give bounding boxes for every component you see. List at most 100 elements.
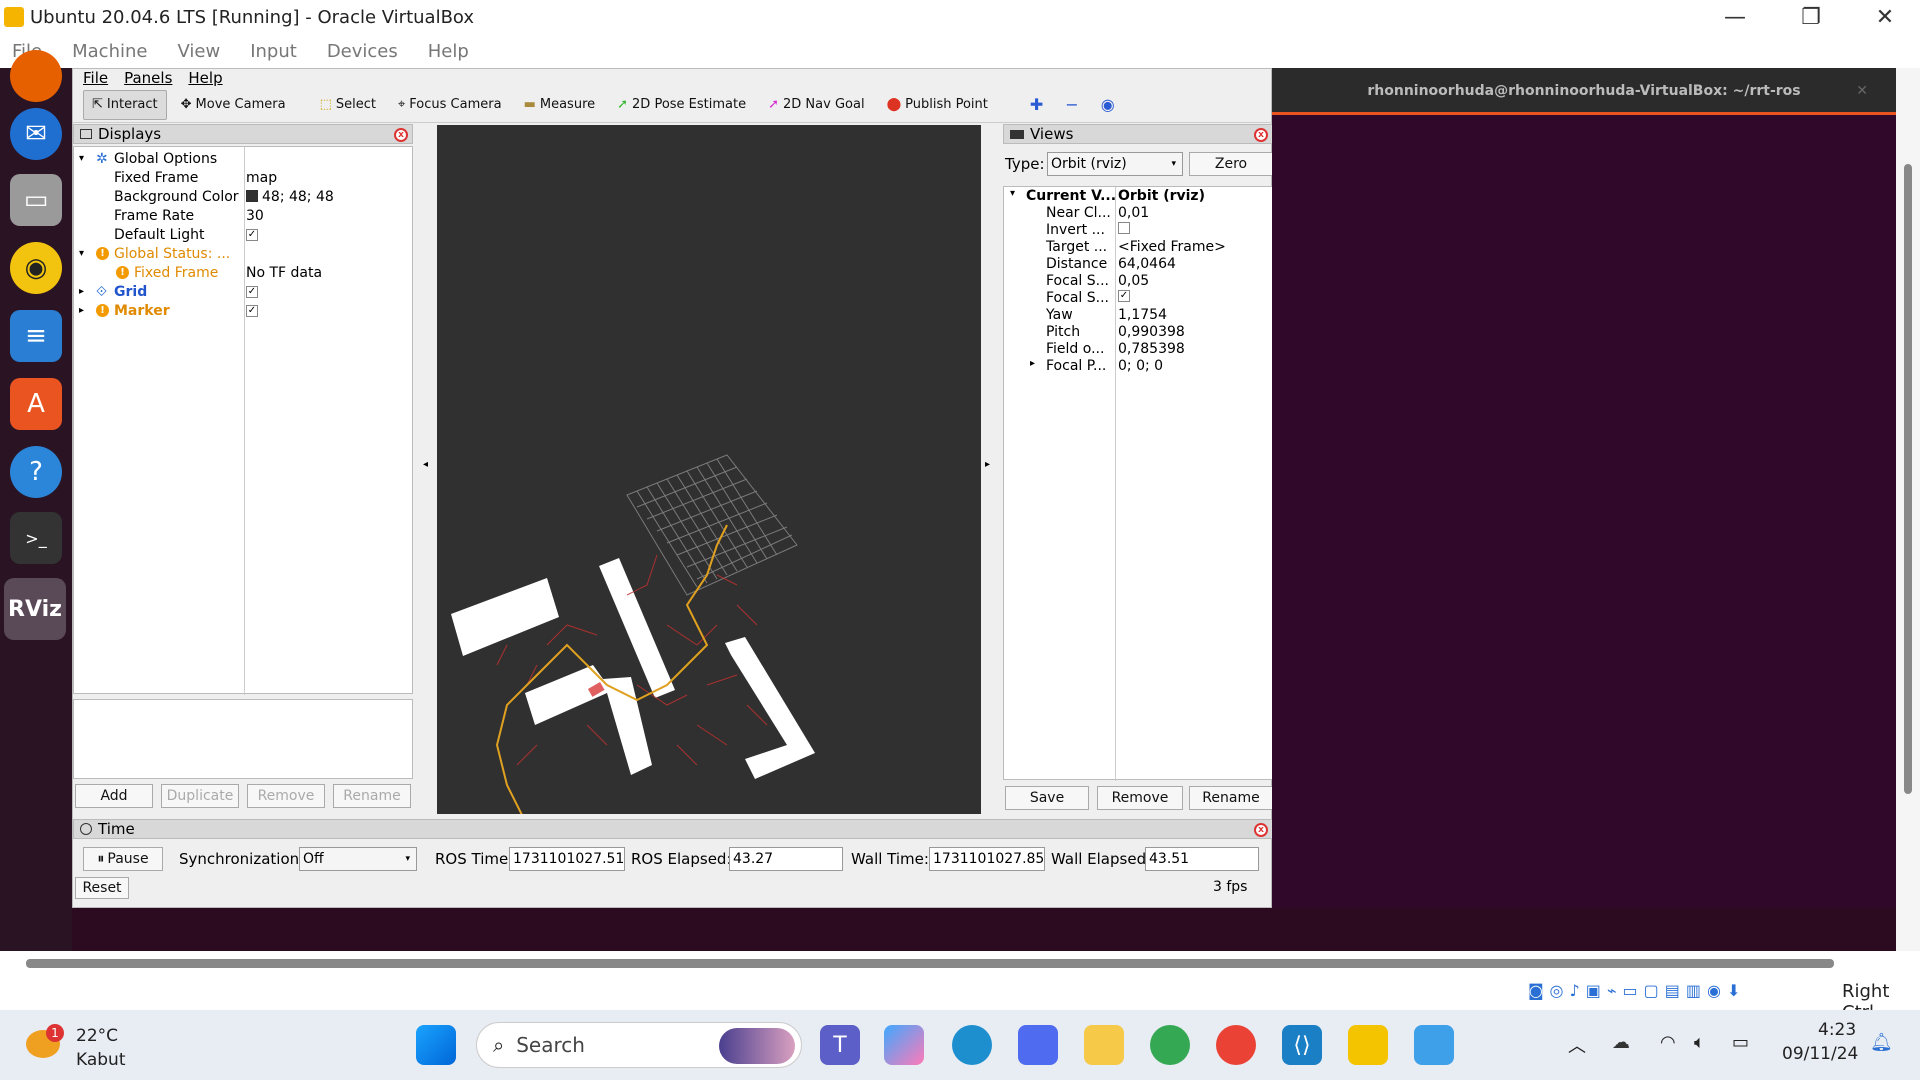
add-button[interactable]: Add [75, 784, 153, 808]
tree-row-fixed-frame[interactable]: Fixed Frame map [74, 168, 412, 187]
prop-value[interactable]: 1,1754 [1118, 307, 1167, 323]
recording-icon[interactable]: ▤ [1665, 981, 1680, 1000]
views-current-row[interactable]: ▾ Current V... Orbit (rviz) [1004, 188, 1272, 205]
view-prop-row[interactable]: Pitch 0,990398 [1004, 324, 1272, 341]
tree-row-default-light[interactable]: Default Light ✓ [74, 225, 412, 244]
close-button[interactable]: ✕ [1850, 0, 1920, 34]
vm-scrollbar[interactable] [1896, 68, 1920, 951]
files-icon[interactable]: ▭ [10, 174, 62, 226]
battery-icon[interactable]: ▭ [1732, 1032, 1749, 1053]
remove-view-button[interactable]: Remove [1097, 786, 1183, 810]
rename-display-button[interactable]: Rename [333, 784, 411, 808]
network-icon[interactable]: ▣ [1586, 981, 1601, 1000]
teams-icon[interactable]: T [820, 1025, 860, 1065]
chrome-profile-icon[interactable] [1216, 1025, 1256, 1065]
close-views-button[interactable]: x [1254, 128, 1268, 142]
right-splitter-arrow-icon[interactable]: ▸ [985, 459, 990, 470]
mouse-integration-icon[interactable]: ◉ [1707, 981, 1721, 1000]
app-icon[interactable] [1018, 1025, 1058, 1065]
rename-view-button[interactable]: Rename [1189, 786, 1273, 810]
wifi-icon[interactable]: ◠ [1660, 1032, 1676, 1053]
clock-date[interactable]: 09/11/24 [1782, 1044, 1858, 1064]
expand-arrow-icon[interactable]: ▾ [79, 248, 84, 259]
ros-time-field[interactable]: 1731101027.51 [509, 847, 625, 871]
windows-start-icon[interactable] [416, 1025, 456, 1065]
prop-value[interactable]: 0,01 [1118, 205, 1149, 221]
checkbox[interactable]: ✓ [1118, 290, 1130, 302]
view-prop-row[interactable]: Invert ... [1004, 222, 1272, 239]
rviz-menu-help[interactable]: Help [188, 69, 222, 87]
view-prop-row[interactable]: Focal S... 0,05 [1004, 273, 1272, 290]
libreoffice-writer-icon[interactable]: ≡ [10, 310, 62, 362]
publish-point-tool[interactable]: ⬤ Publish Point [879, 90, 996, 120]
3d-viewport[interactable] [437, 125, 981, 814]
menu-input[interactable]: Input [250, 41, 297, 62]
view-prop-row[interactable]: ▸ Focal P... 0; 0; 0 [1004, 358, 1272, 375]
collapse-arrow-icon[interactable]: ▸ [79, 286, 84, 297]
view-prop-row[interactable]: Field o... 0,785398 [1004, 341, 1272, 358]
edge-icon[interactable] [952, 1025, 992, 1065]
notification-bell-icon[interactable]: 🔔︎ [1870, 1032, 1893, 1053]
move-camera-tool[interactable]: ✥ Move Camera [173, 90, 294, 120]
rviz-icon[interactable]: RViz [4, 578, 66, 640]
view-type-select[interactable]: Orbit (rviz) ▾ [1047, 152, 1183, 176]
software-center-icon[interactable]: A [10, 378, 62, 430]
collapse-arrow-icon[interactable]: ▸ [79, 305, 84, 316]
cpu-icon[interactable]: ▥ [1686, 981, 1701, 1000]
prop-value[interactable]: 64,0464 [1118, 256, 1176, 272]
reset-button[interactable]: Reset [75, 877, 129, 899]
prop-value[interactable]: 0,785398 [1118, 341, 1185, 357]
vscode-icon[interactable]: ⟨⟩ [1282, 1025, 1322, 1065]
minimize-button[interactable]: — [1700, 0, 1770, 34]
checkbox[interactable] [1118, 222, 1130, 234]
firefox-icon[interactable] [10, 50, 62, 102]
thunderbird-icon[interactable]: ✉ [10, 108, 62, 160]
clock-time[interactable]: 4:23 [1818, 1020, 1856, 1040]
volume-icon[interactable]: 🔈︎ [1694, 1032, 1705, 1053]
tree-row-grid[interactable]: ▸ ⟐ Grid ✓ [74, 282, 412, 301]
chrome-icon[interactable] [1150, 1025, 1190, 1065]
horizontal-scrollbar[interactable] [26, 959, 1834, 968]
file-explorer-icon[interactable] [1084, 1025, 1124, 1065]
row-value[interactable]: 30 [246, 208, 264, 224]
nav-goal-tool[interactable]: ➚ 2D Nav Goal [760, 90, 872, 120]
wall-elapsed-field[interactable]: 43.51 [1145, 847, 1259, 871]
menu-view[interactable]: View [177, 41, 220, 62]
menu-help[interactable]: Help [428, 41, 469, 62]
remove-tool-button[interactable]: − [1057, 90, 1086, 120]
display-icon[interactable]: ▢ [1644, 981, 1659, 1000]
tree-row-marker[interactable]: ▸ ! Marker ✓ [74, 301, 412, 320]
tree-row-global-status[interactable]: ▾ ! Global Status: ... [74, 244, 412, 263]
checkbox[interactable]: ✓ [246, 304, 258, 317]
collapse-arrow-icon[interactable]: ▸ [1030, 358, 1035, 369]
optical-icon[interactable]: ◎ [1550, 981, 1564, 1000]
duplicate-button[interactable]: Duplicate [161, 784, 239, 808]
close-time-button[interactable]: x [1254, 823, 1268, 837]
onedrive-icon[interactable]: ☁ [1612, 1032, 1630, 1053]
rviz-menu-panels[interactable]: Panels [124, 69, 172, 87]
row-value[interactable]: 48; 48; 48 [246, 189, 334, 205]
shared-folder-icon[interactable]: ▭ [1622, 981, 1637, 1000]
tree-row-frame-rate[interactable]: Frame Rate 30 [74, 206, 412, 225]
left-splitter-arrow-icon[interactable]: ◂ [423, 459, 428, 470]
prop-value[interactable]: 0,05 [1118, 273, 1149, 289]
ros-elapsed-field[interactable]: 43.27 [729, 847, 843, 871]
expand-arrow-icon[interactable]: ▾ [1010, 188, 1015, 199]
add-tool-button[interactable]: ✚ [1022, 90, 1051, 120]
prop-value[interactable]: 0,990398 [1118, 324, 1185, 340]
show-hidden-icons[interactable]: ︿ [1568, 1032, 1586, 1058]
notepad-icon[interactable] [1414, 1025, 1454, 1065]
keyboard-icon[interactable]: ⬇ [1727, 981, 1740, 1000]
view-prop-row[interactable]: Focal S... ✓ [1004, 290, 1272, 307]
terminal-icon[interactable]: >_ [10, 512, 62, 564]
pose-estimate-tool[interactable]: ➚ 2D Pose Estimate [609, 90, 754, 120]
view-prop-row[interactable]: Distance 64,0464 [1004, 256, 1272, 273]
view-prop-row[interactable]: Yaw 1,1754 [1004, 307, 1272, 324]
usb-icon[interactable]: ⌁ [1607, 981, 1617, 1000]
tree-row-global-options[interactable]: ▾ ✲ Global Options [74, 149, 412, 168]
measure-tool[interactable]: ▬ Measure [516, 90, 604, 120]
terminal-body[interactable] [1272, 112, 1896, 908]
menu-machine[interactable]: Machine [72, 41, 147, 62]
eye-icon[interactable]: ◉ [1093, 90, 1123, 120]
weather-widget[interactable]: 1 22°C Kabut [26, 1018, 136, 1072]
